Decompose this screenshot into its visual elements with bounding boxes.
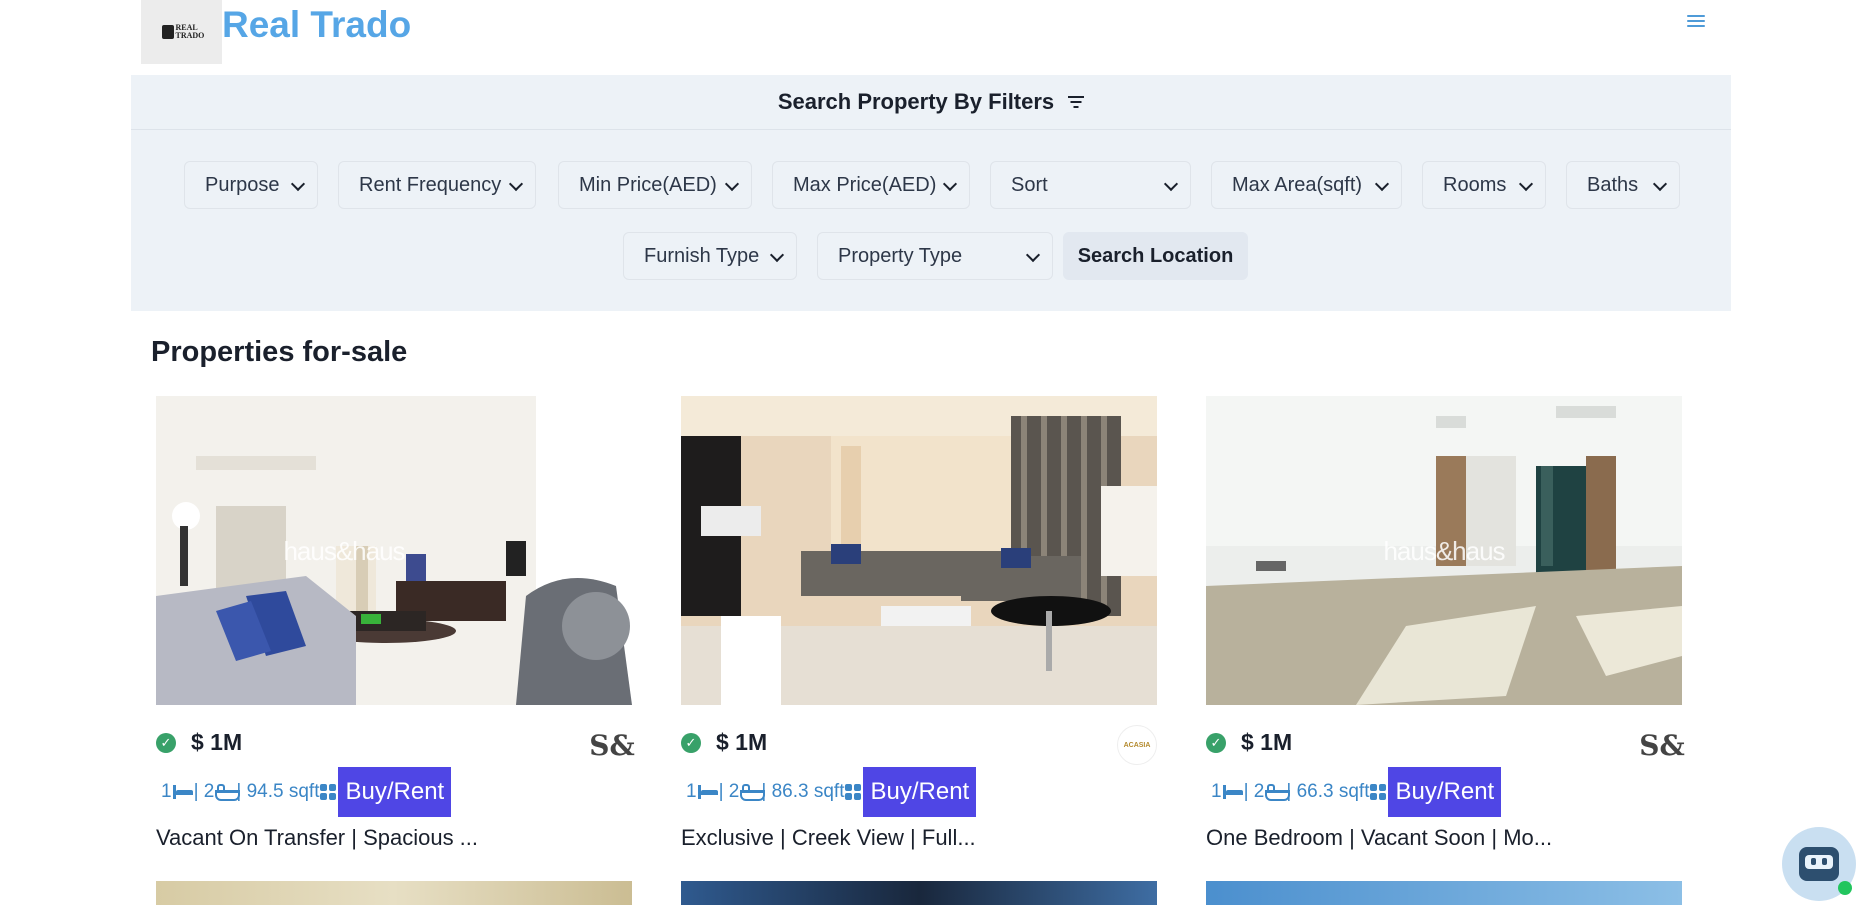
- property-card[interactable]: haus&haus ✓ $ 1M S& 1 | 2 | 94.5 sqft Bu…: [156, 396, 635, 850]
- image-watermark: haus&haus: [283, 536, 405, 566]
- bed-icon: [172, 785, 194, 799]
- area-grid-icon: [845, 784, 862, 800]
- bath-icon: [215, 784, 241, 801]
- rooms-select[interactable]: Rooms: [1422, 161, 1546, 209]
- property-image[interactable]: [681, 396, 1157, 705]
- chevron-down-icon: [769, 247, 785, 263]
- price: $ 1M: [191, 729, 243, 755]
- rooms-count: 1: [686, 781, 697, 802]
- agency-logo[interactable]: S&: [1639, 725, 1685, 765]
- price: $ 1M: [716, 729, 768, 755]
- online-status-dot: [1838, 881, 1852, 895]
- verified-check-icon: ✓: [681, 733, 701, 753]
- chevron-down-icon: [508, 176, 524, 192]
- area-value: 86.3 sqft: [771, 781, 845, 802]
- baths-count: 2: [1253, 781, 1265, 802]
- bed-icon: [697, 785, 719, 799]
- logo-text: REAL TRADO: [175, 23, 205, 40]
- purpose-select[interactable]: Purpose: [184, 161, 318, 209]
- area-grid-icon: [1370, 784, 1387, 800]
- agency-logo[interactable]: ACASIA: [1117, 725, 1157, 765]
- rent-frequency-select[interactable]: Rent Frequency: [338, 161, 536, 209]
- buy-rent-button[interactable]: Buy/Rent: [338, 767, 452, 817]
- bath-icon: [740, 784, 766, 801]
- brand-title[interactable]: Real Trado: [222, 4, 411, 46]
- logo[interactable]: REAL TRADO: [141, 0, 222, 64]
- navbar: REAL TRADO Real Trado: [0, 0, 1863, 66]
- chevron-down-icon: [290, 176, 306, 192]
- area-value: 66.3 sqft: [1296, 781, 1370, 802]
- price-row: ✓ $ 1M ACASIA: [681, 725, 1157, 765]
- chevron-down-icon: [1652, 176, 1668, 192]
- filter-panel-title: Search Property By Filters: [777, 89, 1055, 114]
- section-title: Properties for-sale: [151, 336, 408, 368]
- property-type-select[interactable]: Property Type: [817, 232, 1053, 280]
- max-area-select[interactable]: Max Area(sqft): [1211, 161, 1402, 209]
- min-price-select[interactable]: Min Price(AED): [558, 161, 752, 209]
- property-meta: 1 | 2 | 86.3 sqft Buy/Rent: [686, 767, 977, 817]
- filter-icon: [1068, 96, 1085, 108]
- chevron-down-icon: [942, 176, 958, 192]
- price-row: ✓ $ 1M S&: [1206, 725, 1685, 765]
- chevron-down-icon: [1025, 247, 1041, 263]
- area-value: 94.5 sqft: [246, 781, 320, 802]
- bed-icon: [1222, 785, 1244, 799]
- baths-count: 2: [203, 781, 215, 802]
- robot-icon: [1799, 847, 1839, 881]
- property-title[interactable]: One Bedroom | Vacant Soon | Mo...: [1206, 825, 1552, 851]
- buy-rent-button[interactable]: Buy/Rent: [1388, 767, 1502, 817]
- logo-mark-icon: [161, 25, 174, 39]
- property-meta: 1 | 2 | 94.5 sqft Buy/Rent: [161, 767, 452, 817]
- chevron-down-icon: [1518, 176, 1534, 192]
- property-title[interactable]: Exclusive | Creek View | Full...: [681, 825, 976, 851]
- rooms-count: 1: [1211, 781, 1222, 802]
- property-title[interactable]: Vacant On Transfer | Spacious ...: [156, 825, 478, 851]
- hamburger-menu-icon[interactable]: [1687, 12, 1705, 30]
- property-card-next-image[interactable]: [1206, 881, 1682, 905]
- chevron-down-icon: [724, 176, 740, 192]
- image-watermark: haus&haus: [1383, 536, 1505, 566]
- buy-rent-button[interactable]: Buy/Rent: [863, 767, 977, 817]
- sort-select[interactable]: Sort: [990, 161, 1191, 209]
- search-location-button[interactable]: Search Location: [1063, 232, 1248, 280]
- price: $ 1M: [1241, 729, 1293, 755]
- property-card-next-image[interactable]: [156, 881, 632, 905]
- verified-check-icon: ✓: [156, 733, 176, 753]
- property-card-next-image[interactable]: [681, 881, 1157, 905]
- chatbot-launcher[interactable]: [1782, 827, 1856, 901]
- rooms-count: 1: [161, 781, 172, 802]
- property-image[interactable]: haus&haus: [156, 396, 632, 705]
- chevron-down-icon: [1163, 176, 1179, 192]
- verified-check-icon: ✓: [1206, 733, 1226, 753]
- filter-panel: Search Property By Filters Purpose Rent …: [131, 75, 1731, 311]
- area-grid-icon: [320, 784, 337, 800]
- agency-logo[interactable]: S&: [589, 725, 635, 765]
- price-row: ✓ $ 1M S&: [156, 725, 635, 765]
- baths-select[interactable]: Baths: [1566, 161, 1680, 209]
- bath-icon: [1265, 784, 1291, 801]
- property-meta: 1 | 2 | 66.3 sqft Buy/Rent: [1211, 767, 1502, 817]
- filter-panel-header[interactable]: Search Property By Filters: [131, 75, 1731, 130]
- chevron-down-icon: [1374, 176, 1390, 192]
- max-price-select[interactable]: Max Price(AED): [772, 161, 970, 209]
- baths-count: 2: [728, 781, 740, 802]
- property-card[interactable]: haus&haus ✓ $ 1M S& 1 | 2 | 66.3 sqft Bu…: [1206, 396, 1685, 850]
- furnish-type-select[interactable]: Furnish Type: [623, 232, 797, 280]
- property-image[interactable]: haus&haus: [1206, 396, 1682, 705]
- property-card[interactable]: ✓ $ 1M ACASIA 1 | 2 | 86.3 sqft Buy/Rent…: [681, 396, 1157, 850]
